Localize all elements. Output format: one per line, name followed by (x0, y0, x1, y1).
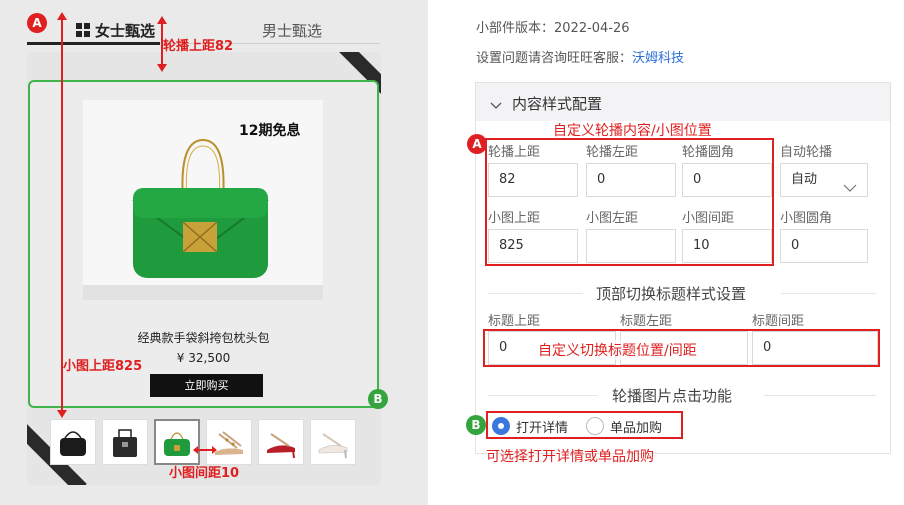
carousel-fields-highlight (485, 138, 774, 266)
divider (781, 293, 876, 294)
choose-detail-annotation: 可选择打开详情或单品加购 (486, 449, 654, 465)
tab-women[interactable]: 女士甄选 (95, 20, 155, 41)
autoplay-label: 自动轮播 (780, 145, 833, 160)
widget-version: 小部件版本：2022-04-26 (476, 21, 630, 36)
autoplay-value: 自动 (791, 172, 818, 187)
tab-men[interactable]: 男士甄选 (262, 20, 322, 41)
thumbnail-white-pump[interactable] (310, 419, 356, 465)
carousel-top-annotation: 轮播上距82 (163, 39, 234, 54)
promo-label: 12期免息 (239, 123, 301, 139)
custom-tab-annotation: 自定义切换标题位置/间距 (538, 340, 697, 360)
support-link[interactable]: 沃姆科技 (632, 51, 684, 66)
thumb-top-annotation: 小图上距825 (63, 359, 143, 374)
support-label: 设置问题请咨询旺旺客服： (476, 51, 633, 66)
annotation-badge-a-config: A (467, 134, 487, 154)
click-function-highlight (486, 411, 683, 439)
thumb-radius-label: 小图圆角 (780, 211, 833, 226)
tab-style-title: 顶部切换标题样式设置 (596, 285, 747, 303)
autoplay-select[interactable]: 自动 (780, 163, 868, 197)
title-left-label: 标题左距 (620, 314, 673, 329)
title-top-label: 标题上距 (488, 314, 541, 329)
thumb-radius-input[interactable]: 0 (780, 229, 868, 263)
tab-underline (27, 42, 160, 45)
thumbnail-black-tote[interactable] (102, 419, 148, 465)
thumb-gap-annotation: 小图间距10 (169, 466, 240, 481)
section-header[interactable]: 内容样式配置 (476, 83, 890, 121)
custom-carousel-annotation: 自定义轮播内容/小图位置 (553, 123, 712, 139)
product-stage: 12期免息 (83, 100, 323, 300)
thumbnail-green-bag[interactable] (154, 419, 200, 465)
annotation-badge-b-config: B (466, 415, 486, 435)
annotation-badge-b: B (368, 389, 388, 409)
thumbnail-studded-sandal[interactable] (206, 419, 252, 465)
thumbnail-red-pump[interactable] (258, 419, 304, 465)
support-info: 设置问题请咨询旺旺客服：沃姆科技 (476, 47, 684, 66)
thumb-gap-arrow (193, 446, 217, 454)
section-title: 内容样式配置 (512, 95, 603, 113)
thumbnail-black-bag[interactable] (50, 419, 96, 465)
divider (488, 293, 583, 294)
divider (764, 395, 876, 396)
grid-icon (76, 22, 90, 37)
preview-pane: 女士甄选 男士甄选 12期免息 经典款手袋斜挎包枕头包 ¥ 32,500 立即购… (0, 0, 428, 505)
chevron-down-icon (843, 174, 857, 206)
click-function-title: 轮播图片点击功能 (612, 387, 733, 405)
chevron-down-icon (490, 96, 502, 115)
title-gap-label: 标题间距 (752, 314, 805, 329)
divider (488, 395, 598, 396)
annotation-badge-a: A (27, 13, 47, 33)
product-name: 经典款手袋斜挎包枕头包 (137, 331, 270, 345)
buy-now-button[interactable]: 立即购买 (150, 374, 263, 397)
